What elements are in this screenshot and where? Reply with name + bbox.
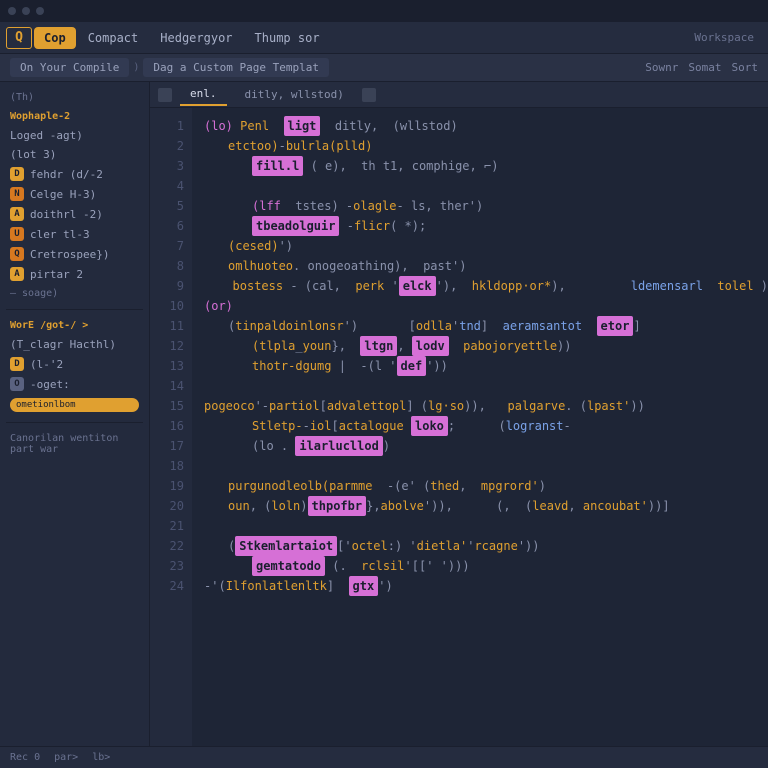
divider (6, 309, 143, 310)
menu-item[interactable]: Thump sor (245, 27, 330, 49)
line-gutter: 123456789101112131415161718192021222324 (150, 108, 192, 746)
app-logo-icon[interactable]: Q (6, 27, 32, 49)
editor-pane: enl. ditly, wllstod) 1234567891011121314… (150, 82, 768, 746)
sidebar-item[interactable]: Apirtar 2 (4, 264, 145, 284)
sidebar-item[interactable]: Loged -agt) (4, 126, 145, 145)
sidebar-item[interactable]: (lot 3) (4, 145, 145, 164)
toolbar-action[interactable]: Sownr (645, 61, 678, 74)
divider (6, 422, 143, 423)
file-icon: U (10, 227, 24, 241)
menu-item[interactable]: Compact (78, 27, 149, 49)
sidebar-item[interactable]: (T_clagr Hacthl) (4, 335, 145, 354)
status-item: lb> (92, 752, 110, 763)
tab-icon (158, 88, 172, 102)
sidebar-item[interactable]: Dfehdr (d/-2 (4, 164, 145, 184)
file-icon: A (10, 267, 24, 281)
file-icon: D (10, 167, 24, 181)
breadcrumb-bar: On Your Compile ) Dag a Custom Page Temp… (0, 54, 768, 82)
sidebar-hint: (Th) (4, 88, 145, 107)
menu-item[interactable]: Hedgergyor (150, 27, 242, 49)
sidebar-footer-text: Canorilan wentiton part war (4, 429, 145, 459)
chevron-right-icon: ) (133, 62, 139, 73)
editor-tab[interactable]: enl. (180, 83, 227, 106)
status-item: Rec 0 (10, 752, 40, 763)
sidebar-item[interactable]: QCretrospee}) (4, 244, 145, 264)
sidebar-item[interactable]: Ucler tl-3 (4, 224, 145, 244)
highlight-badge: ometionlbom (10, 398, 139, 412)
sidebar-item[interactable]: D(l-'2 (4, 354, 145, 374)
toolbar-action[interactable]: Somat (688, 61, 721, 74)
menu-right-label: Workspace (686, 31, 762, 44)
file-icon: O (10, 377, 24, 391)
menu-primary[interactable]: Cop (34, 27, 76, 49)
sidebar-section-header[interactable]: Wophaple-2 (4, 107, 145, 126)
app-window: Q Cop Compact Hedgergyor Thump sor Works… (0, 0, 768, 768)
editor-tabs: enl. ditly, wllstod) (150, 82, 768, 108)
sidebar: (Th) Wophaple-2 Loged -agt) (lot 3) Dfeh… (0, 82, 150, 746)
toolbar-action[interactable]: Sort (732, 61, 759, 74)
menubar: Q Cop Compact Hedgergyor Thump sor Works… (0, 22, 768, 54)
sidebar-item[interactable]: NCelge H-3) (4, 184, 145, 204)
status-item: par> (54, 752, 78, 763)
sidebar-item[interactable]: O-oget: (4, 374, 145, 394)
file-icon: A (10, 207, 24, 221)
code-content[interactable]: (lo) Penl ligt ditly, (wllstod)etctoo)-b… (192, 108, 768, 746)
file-icon: D (10, 357, 24, 371)
window-control-dot[interactable] (22, 7, 30, 15)
sidebar-item[interactable]: Adoithrl -2) (4, 204, 145, 224)
breadcrumb-chip[interactable]: Dag a Custom Page Templat (143, 58, 329, 77)
editor-tab[interactable]: ditly, wllstod) (235, 84, 354, 105)
sidebar-sub: — soage) (4, 284, 145, 303)
file-icon: N (10, 187, 24, 201)
breadcrumb-chip[interactable]: On Your Compile (10, 58, 129, 77)
main-body: (Th) Wophaple-2 Loged -agt) (lot 3) Dfeh… (0, 82, 768, 746)
window-control-dot[interactable] (36, 7, 44, 15)
code-area[interactable]: 123456789101112131415161718192021222324 … (150, 108, 768, 746)
sidebar-section-header[interactable]: WorE /got-/ > (4, 316, 145, 335)
statusbar: Rec 0 par> lb> (0, 746, 768, 768)
window-control-dot[interactable] (8, 7, 16, 15)
tab-icon (362, 88, 376, 102)
titlebar (0, 0, 768, 22)
file-icon: Q (10, 247, 24, 261)
